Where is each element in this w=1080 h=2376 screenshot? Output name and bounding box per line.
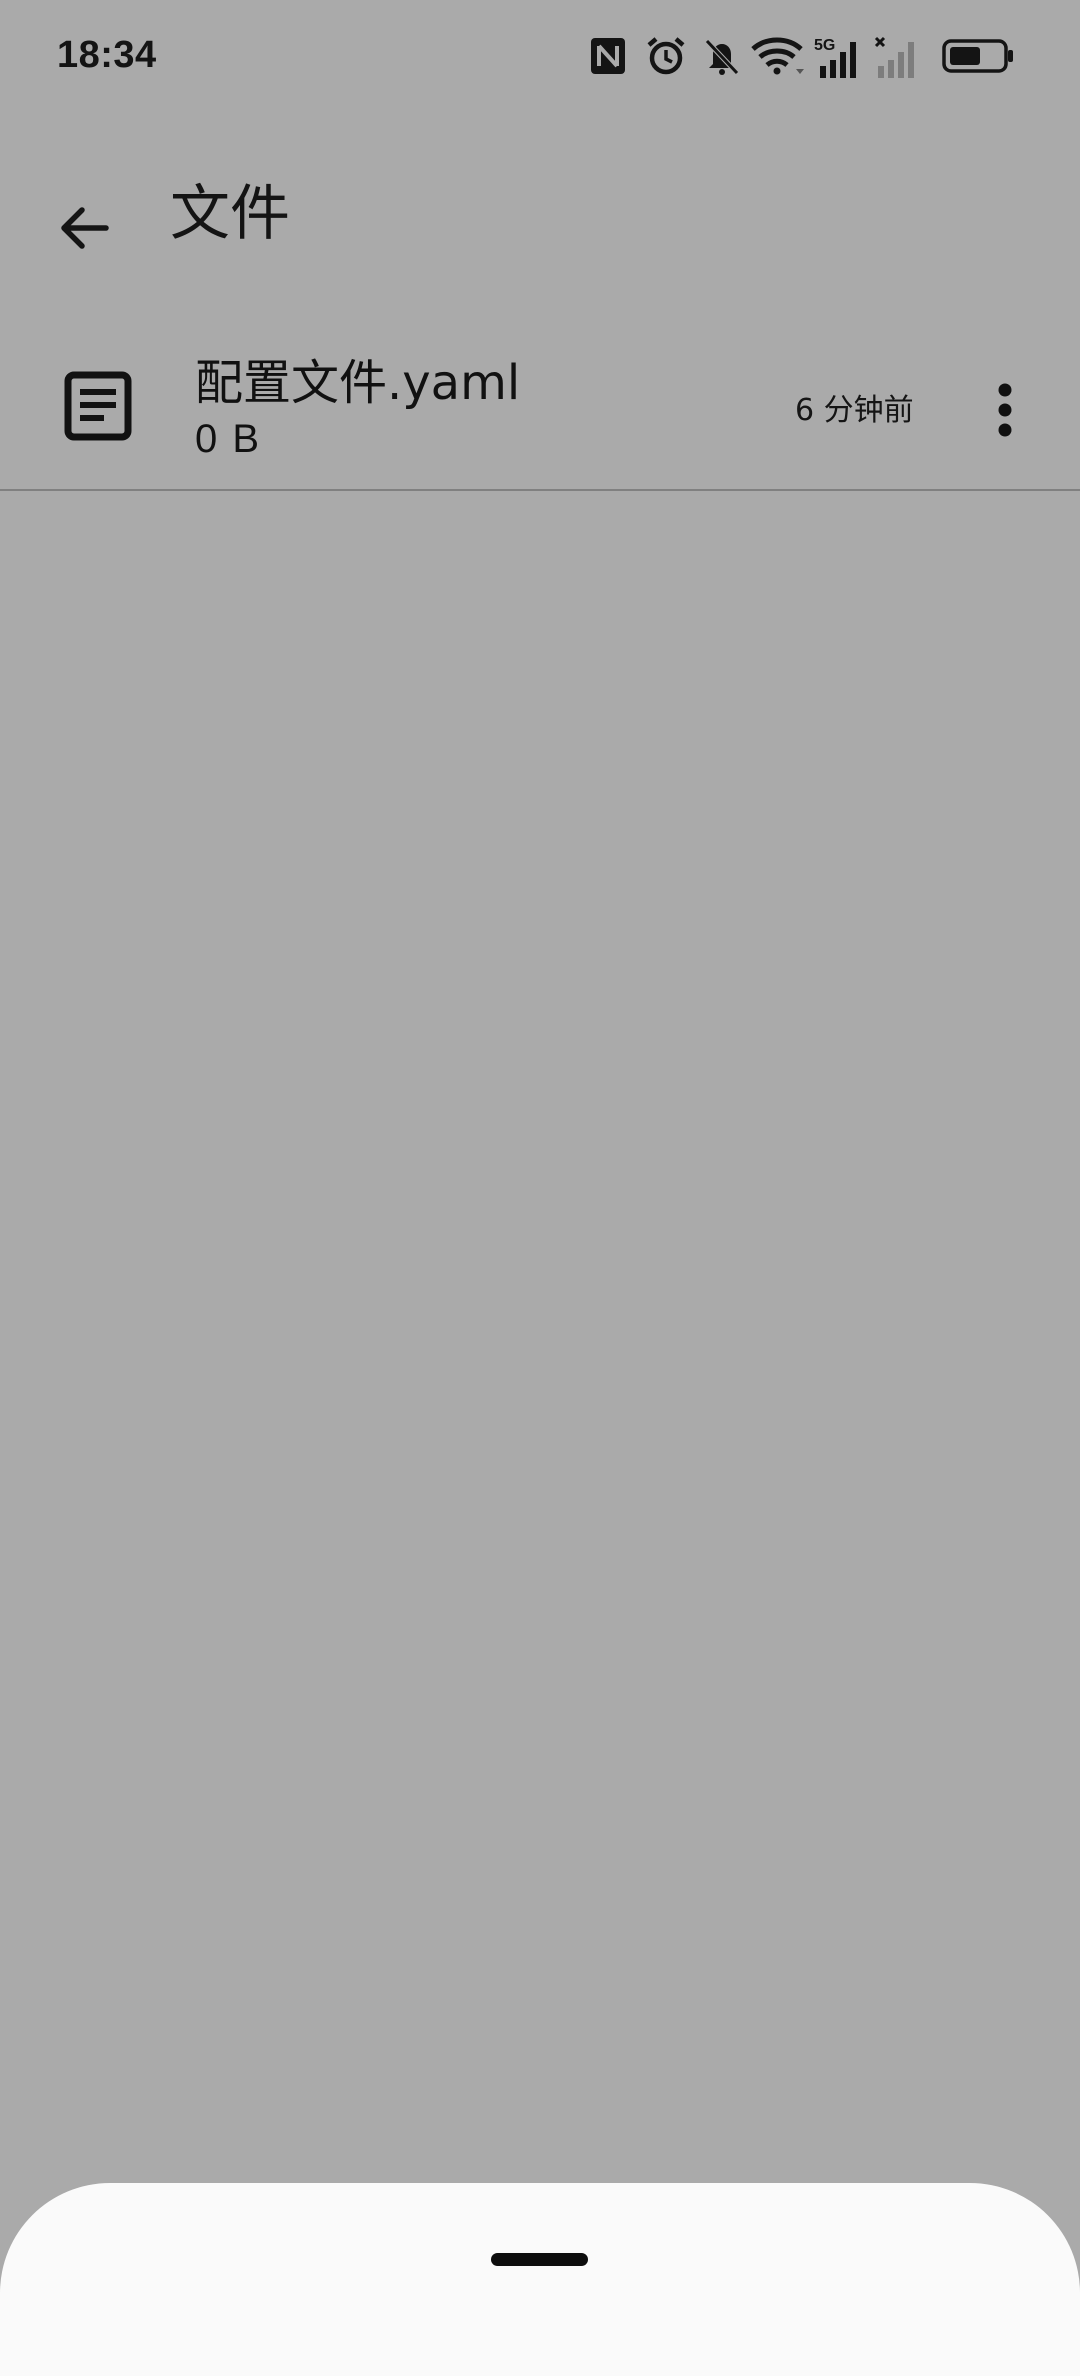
status-bar: 18:34 5G [0, 0, 1080, 118]
signal-no-sim-icon [874, 36, 914, 78]
wifi-icon [751, 37, 804, 75]
file-more-button[interactable] [960, 365, 1050, 455]
file-size: 0 B [195, 417, 262, 461]
page-title: 文件 [170, 179, 290, 249]
signal-5g-icon: 5G [814, 37, 856, 78]
battery-icon [942, 39, 1013, 73]
app-bar: 文件 [0, 150, 1080, 280]
document-icon [64, 371, 132, 441]
network-type-label: 5G [814, 37, 835, 54]
list-divider [0, 489, 1080, 491]
file-modified-time: 6 分钟前 [795, 393, 914, 428]
more-vert-icon [998, 383, 1012, 437]
back-button[interactable] [36, 180, 132, 276]
file-name: 配置文件.yaml [195, 355, 521, 411]
bottom-sheet-drag-handle[interactable] [491, 2253, 588, 2266]
bottom-sheet[interactable] [0, 2183, 1080, 2376]
arrow-back-icon [61, 207, 109, 249]
notifications-off-icon [705, 39, 739, 75]
alarm-icon [647, 37, 685, 75]
status-time: 18:34 [57, 34, 157, 76]
file-list-item[interactable]: 配置文件.yaml 0 B 6 分钟前 [0, 325, 1080, 490]
nfc-icon [591, 38, 625, 74]
